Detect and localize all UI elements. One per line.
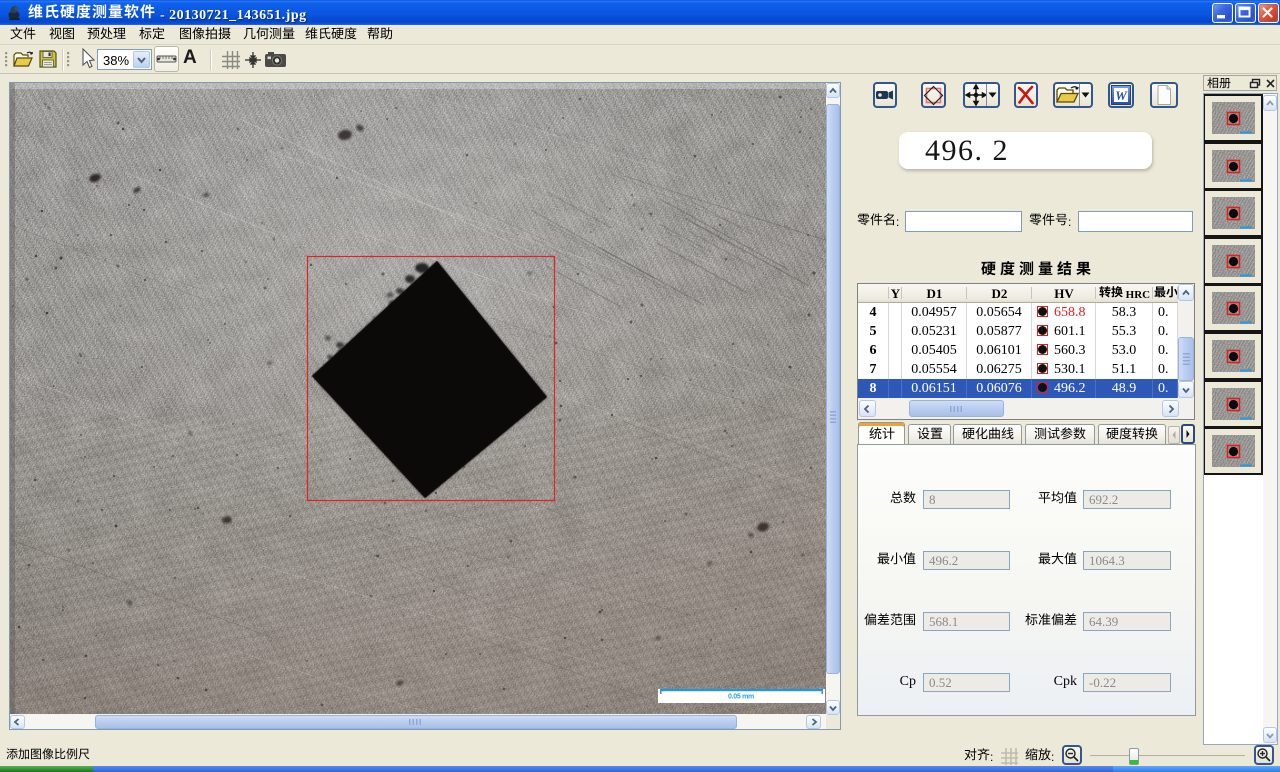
svg-text:0.05 mm: 0.05 mm: [728, 694, 754, 701]
